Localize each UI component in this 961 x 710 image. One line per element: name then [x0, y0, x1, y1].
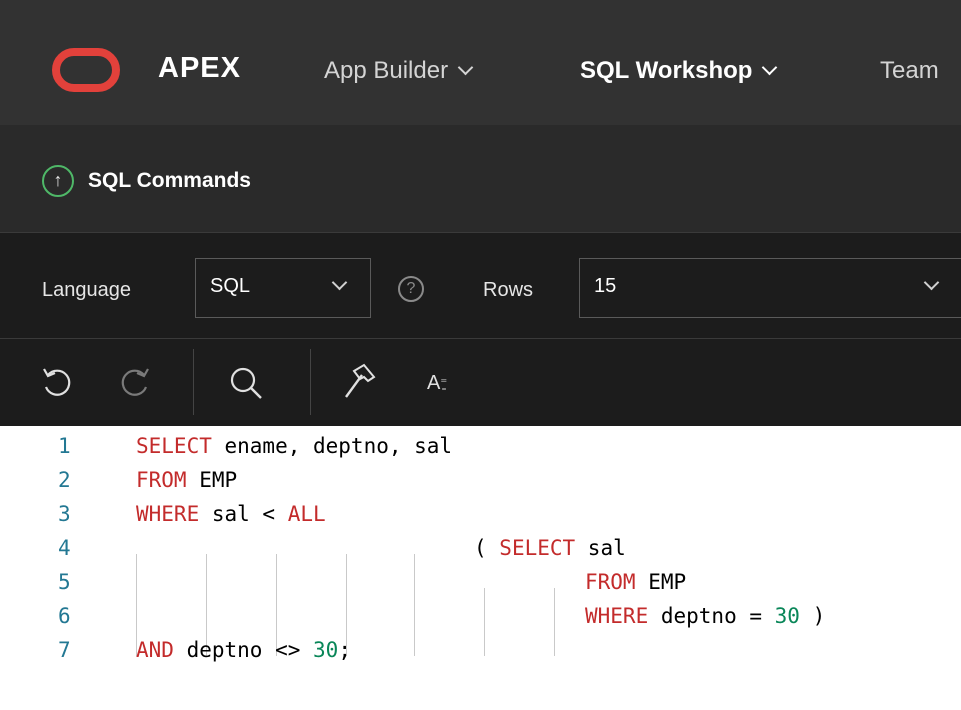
code-text: AND deptno <> 30; — [136, 638, 351, 662]
sql-keyword: ALL — [287, 502, 326, 526]
rows-select-value: 15 — [594, 275, 617, 297]
sql-token: sal < — [199, 502, 288, 526]
page-title: SQL Commands — [88, 169, 251, 192]
sql-keyword: WHERE — [136, 502, 200, 526]
sql-token: ( — [474, 536, 500, 560]
sql-keyword: SELECT — [499, 536, 576, 560]
sql-token: sal — [575, 536, 626, 560]
line-number: 5 — [58, 570, 71, 594]
nav-sql-workshop[interactable]: SQL Workshop — [580, 57, 778, 85]
code-text: ( SELECT sal — [474, 536, 626, 560]
chevron-down-icon — [923, 274, 940, 291]
chevron-down-icon — [457, 59, 474, 76]
sql-keyword: AND — [136, 638, 174, 662]
rows-label: Rows — [483, 279, 534, 301]
sql-keyword: FROM — [136, 468, 187, 492]
line-number: 3 — [58, 502, 71, 526]
nav-app-builder-label: App Builder — [324, 57, 449, 84]
sql-token: EMP — [635, 570, 687, 594]
code-text: WHERE sal < ALL — [136, 502, 326, 526]
chevron-down-icon — [762, 59, 778, 76]
code-line[interactable]: 3 WHERE sal < ALL — [0, 502, 961, 536]
chevron-down-icon — [331, 274, 348, 291]
code-text: FROM EMP — [136, 468, 237, 492]
sql-token: ename, deptno, sal — [211, 434, 453, 458]
code-line[interactable]: 7 AND deptno <> 30; — [0, 638, 961, 672]
code-line[interactable]: 6 WHERE deptno = 30 ) — [0, 604, 961, 638]
nav-sql-workshop-label: SQL Workshop — [580, 57, 753, 84]
language-select-value: SQL — [210, 275, 251, 297]
autocomplete-icon[interactable]: A⁼̱ — [427, 372, 447, 395]
code-line[interactable]: 1 SELECT ename, deptno, sal — [0, 434, 961, 468]
sql-number: 30 — [774, 604, 800, 628]
sql-token: ) — [799, 604, 826, 628]
nav-team[interactable]: Team — [880, 57, 939, 85]
nav-team-label: Team — [880, 57, 939, 84]
code-line[interactable]: 5 FROM EMP — [0, 570, 961, 604]
brand-name[interactable]: APEX — [158, 52, 241, 85]
line-number: 1 — [58, 434, 71, 458]
help-icon[interactable]: ? — [398, 276, 424, 302]
sql-token: deptno = — [648, 604, 775, 628]
sql-number: 30 — [313, 638, 339, 662]
rows-select[interactable]: 15 — [579, 258, 961, 318]
sql-token: ; — [338, 638, 351, 662]
code-line[interactable]: 2 FROM EMP — [0, 468, 961, 502]
redo-icon[interactable] — [114, 363, 154, 403]
line-number: 6 — [58, 604, 71, 628]
up-arrow-icon[interactable]: ↑ — [42, 165, 74, 197]
toolbar-separator — [310, 349, 311, 415]
language-select[interactable]: SQL — [195, 258, 371, 318]
line-number: 7 — [58, 638, 71, 662]
sql-keyword: SELECT — [136, 434, 212, 458]
autocomplete-glyph: A — [427, 372, 441, 394]
line-number: 4 — [58, 536, 71, 560]
undo-icon[interactable] — [38, 363, 78, 403]
sql-keyword: FROM — [585, 570, 636, 594]
code-text: FROM EMP — [585, 570, 686, 594]
code-line[interactable]: 4 ( SELECT sal — [0, 536, 961, 570]
line-number: 2 — [58, 468, 71, 492]
toolbar-separator — [193, 349, 194, 415]
sql-token: deptno <> — [173, 638, 314, 662]
hammer-icon[interactable] — [338, 361, 378, 403]
sql-keyword: WHERE — [585, 604, 649, 628]
sql-token: EMP — [186, 468, 238, 492]
language-label: Language — [42, 279, 131, 301]
oracle-logo-icon[interactable] — [52, 48, 120, 92]
code-text: SELECT ename, deptno, sal — [136, 434, 452, 458]
search-icon[interactable] — [226, 363, 266, 403]
nav-app-builder[interactable]: App Builder — [324, 57, 474, 85]
code-text: WHERE deptno = 30 ) — [585, 604, 825, 628]
sql-editor[interactable]: 1 SELECT ename, deptno, sal 2 FROM EMP 3 WHER… — [0, 426, 961, 710]
top-navigation-bar — [0, 0, 961, 125]
